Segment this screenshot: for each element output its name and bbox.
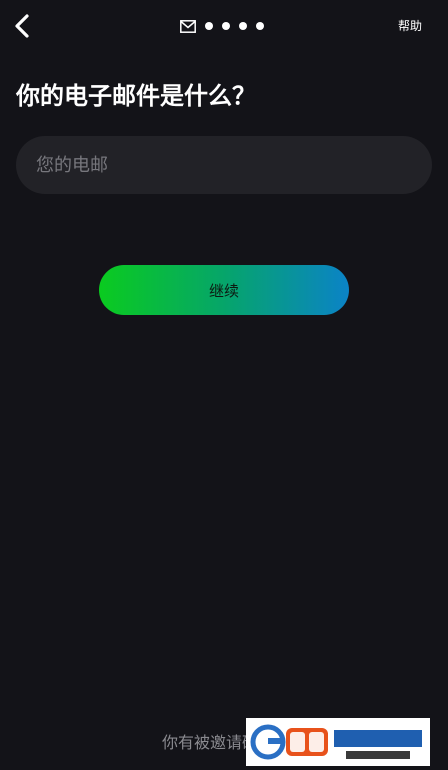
email-input[interactable] (36, 136, 416, 194)
watermark-logo (246, 718, 430, 766)
step-progress (180, 18, 264, 34)
step-dot (239, 22, 247, 30)
top-bar: 帮助 (0, 0, 448, 52)
email-field[interactable] (16, 136, 432, 194)
chevron-left-icon (15, 14, 29, 38)
page-title: 你的电子邮件是什么？ (16, 82, 256, 110)
help-link[interactable]: 帮助 (398, 18, 422, 34)
step-dot (205, 22, 213, 30)
back-button[interactable] (10, 12, 36, 40)
step-dot (256, 22, 264, 30)
step-dot (222, 22, 230, 30)
mail-icon (180, 19, 196, 33)
continue-button[interactable]: 继续 (99, 265, 349, 315)
